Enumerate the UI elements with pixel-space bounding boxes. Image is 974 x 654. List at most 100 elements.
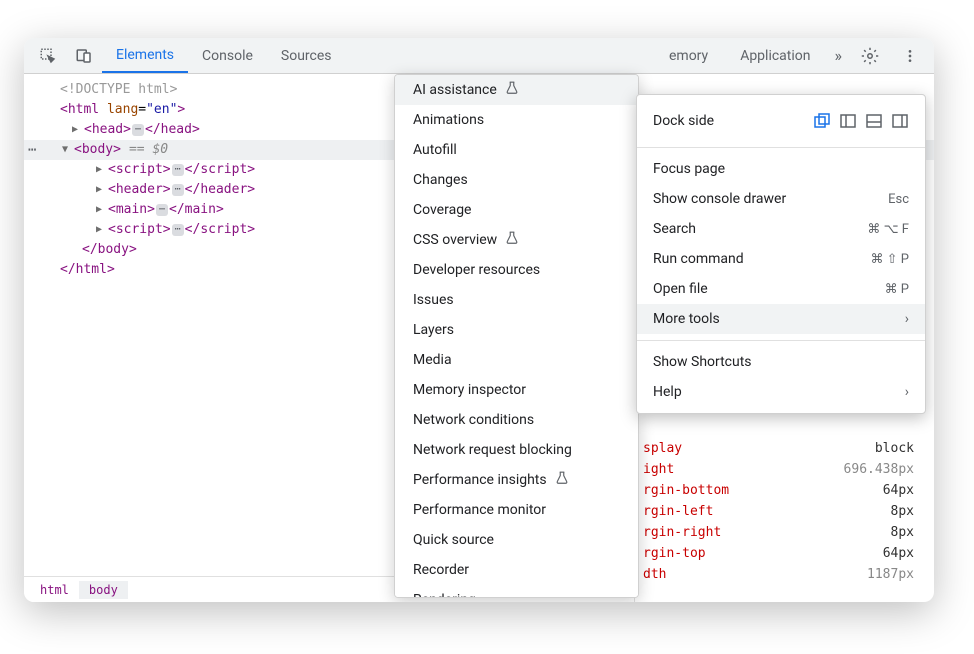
style-property-value: block bbox=[875, 438, 914, 459]
style-property-name: splay bbox=[643, 438, 682, 459]
menu-item-show-console-drawer[interactable]: Show console drawerEsc bbox=[637, 184, 925, 214]
dock-left-icon[interactable] bbox=[839, 112, 857, 130]
more-tools-item[interactable]: Animations bbox=[395, 105, 638, 135]
style-property-row[interactable]: rgin-left 8px bbox=[635, 501, 934, 522]
device-toolbar-icon[interactable] bbox=[70, 42, 98, 70]
menu-item-label: Developer resources bbox=[413, 262, 540, 278]
dock-right-icon[interactable] bbox=[891, 112, 909, 130]
menu-item-label: Media bbox=[413, 352, 452, 368]
menu-item-label: Layers bbox=[413, 322, 454, 338]
menu-item-label: Network conditions bbox=[413, 412, 534, 428]
more-tools-item[interactable]: Performance monitor bbox=[395, 495, 638, 525]
inspect-element-icon[interactable] bbox=[34, 42, 62, 70]
menu-item-help[interactable]: Help› bbox=[637, 377, 925, 407]
menu-item-open-file[interactable]: Open file⌘ P bbox=[637, 274, 925, 304]
menu-item-label: Quick source bbox=[413, 532, 494, 548]
more-tools-item[interactable]: Rendering bbox=[395, 585, 638, 598]
more-tools-item[interactable]: Coverage bbox=[395, 195, 638, 225]
menu-item-label: Issues bbox=[413, 292, 454, 308]
style-property-value: 1187px bbox=[867, 564, 914, 585]
style-property-name: rgin-right bbox=[643, 522, 721, 543]
dock-side-label: Dock side bbox=[653, 113, 714, 129]
dock-undock-icon[interactable] bbox=[813, 112, 831, 130]
more-tools-item[interactable]: Changes bbox=[395, 165, 638, 195]
shortcut-esc: Esc bbox=[888, 192, 909, 207]
more-tabs-button[interactable]: » bbox=[829, 46, 849, 65]
style-property-value: 696.438px bbox=[844, 459, 914, 480]
style-property-row[interactable]: ight 696.438px bbox=[635, 459, 934, 480]
more-tools-item[interactable]: Autofill bbox=[395, 135, 638, 165]
style-property-row[interactable]: splay block bbox=[635, 438, 934, 459]
more-tools-item[interactable]: Memory inspector bbox=[395, 375, 638, 405]
tab-memory[interactable]: emory bbox=[667, 48, 722, 64]
chevron-right-icon: › bbox=[905, 384, 909, 400]
menu-item-label: Memory inspector bbox=[413, 382, 526, 398]
shortcut: ⌘ ⇧ P bbox=[870, 252, 909, 267]
more-tools-item[interactable]: Network request blocking bbox=[395, 435, 638, 465]
more-tools-item[interactable]: Quick source bbox=[395, 525, 638, 555]
more-tools-submenu: AI assistance Animations Autofill Changes Co… bbox=[394, 74, 639, 598]
style-property-name: ight bbox=[643, 459, 674, 480]
tab-elements[interactable]: Elements bbox=[102, 38, 188, 73]
style-property-value: "Google Sans", bbox=[804, 601, 914, 602]
style-property-value: 64px bbox=[883, 543, 914, 564]
menu-item-label: AI assistance bbox=[413, 82, 497, 98]
more-tools-item[interactable]: Network conditions bbox=[395, 405, 638, 435]
devtools-main-menu: Dock side Focus page Show console drawer… bbox=[636, 94, 926, 414]
menu-item-label: Autofill bbox=[413, 142, 457, 158]
menu-item-label: Performance monitor bbox=[413, 502, 546, 518]
menu-item-label: Animations bbox=[413, 112, 484, 128]
menu-item-search[interactable]: Search⌘ ⌥ F bbox=[637, 214, 925, 244]
devtools-toolbar: Elements Console Sources emory Applicati… bbox=[24, 38, 934, 74]
tab-sources[interactable]: Sources bbox=[267, 38, 346, 73]
menu-item-label: Rendering bbox=[413, 592, 476, 598]
menu-item-label: Changes bbox=[413, 172, 468, 188]
menu-item-run-command[interactable]: Run command⌘ ⇧ P bbox=[637, 244, 925, 274]
style-property-value: 64px bbox=[883, 480, 914, 501]
tab-application[interactable]: Application bbox=[726, 48, 824, 64]
tab-console[interactable]: Console bbox=[188, 38, 267, 73]
menu-item-label: Performance insights bbox=[413, 472, 547, 488]
menu-item-label: Coverage bbox=[413, 202, 471, 218]
style-property-name: dth bbox=[643, 564, 666, 585]
menu-item-more-tools[interactable]: More tools› bbox=[637, 304, 925, 334]
flask-icon bbox=[555, 471, 569, 489]
style-property-row[interactable]: nt-family"Google Sans", bbox=[635, 601, 934, 602]
kebab-menu-icon[interactable] bbox=[896, 42, 924, 70]
flask-icon bbox=[505, 231, 519, 249]
style-property-row[interactable]: rgin-top 64px bbox=[635, 543, 934, 564]
dock-side-row: Dock side bbox=[637, 101, 925, 141]
menu-item-label: CSS overview bbox=[413, 232, 497, 248]
breadcrumb: html body bbox=[24, 576, 404, 602]
style-property-row[interactable]: rgin-bottom 64px bbox=[635, 480, 934, 501]
gear-icon[interactable] bbox=[856, 42, 884, 70]
menu-item-show-shortcuts[interactable]: Show Shortcuts bbox=[637, 347, 925, 377]
style-property-row[interactable]: dth 1187px bbox=[635, 564, 934, 585]
more-tools-item[interactable]: Issues bbox=[395, 285, 638, 315]
more-tools-item[interactable]: CSS overview bbox=[395, 225, 638, 255]
menu-item-focus-page[interactable]: Focus page bbox=[637, 154, 925, 184]
style-property-name: rgin-bottom bbox=[643, 480, 729, 501]
shortcut: ⌘ P bbox=[885, 282, 909, 297]
flask-icon bbox=[505, 81, 519, 99]
more-tools-item[interactable]: AI assistance bbox=[395, 75, 638, 105]
style-property-value: 8px bbox=[891, 522, 914, 543]
devtools-tabs: Elements Console Sources bbox=[102, 38, 346, 73]
chevron-right-icon: › bbox=[905, 311, 909, 327]
dock-bottom-icon[interactable] bbox=[865, 112, 883, 130]
more-tools-item[interactable]: Media bbox=[395, 345, 638, 375]
more-tools-item[interactable]: Developer resources bbox=[395, 255, 638, 285]
shortcut: ⌘ ⌥ F bbox=[867, 222, 909, 237]
menu-item-label: Network request blocking bbox=[413, 442, 572, 458]
style-property-name: rgin-top bbox=[643, 543, 706, 564]
menu-item-label: Recorder bbox=[413, 562, 469, 578]
doctype: <!DOCTYPE html> bbox=[60, 80, 177, 100]
style-property-row[interactable]: rgin-right 8px bbox=[635, 522, 934, 543]
breadcrumb-html[interactable]: html bbox=[30, 581, 79, 599]
style-property-value: 8px bbox=[891, 501, 914, 522]
style-property-name: rgin-left bbox=[643, 501, 713, 522]
more-tools-item[interactable]: Recorder bbox=[395, 555, 638, 585]
more-tools-item[interactable]: Performance insights bbox=[395, 465, 638, 495]
breadcrumb-body[interactable]: body bbox=[79, 581, 128, 599]
more-tools-item[interactable]: Layers bbox=[395, 315, 638, 345]
